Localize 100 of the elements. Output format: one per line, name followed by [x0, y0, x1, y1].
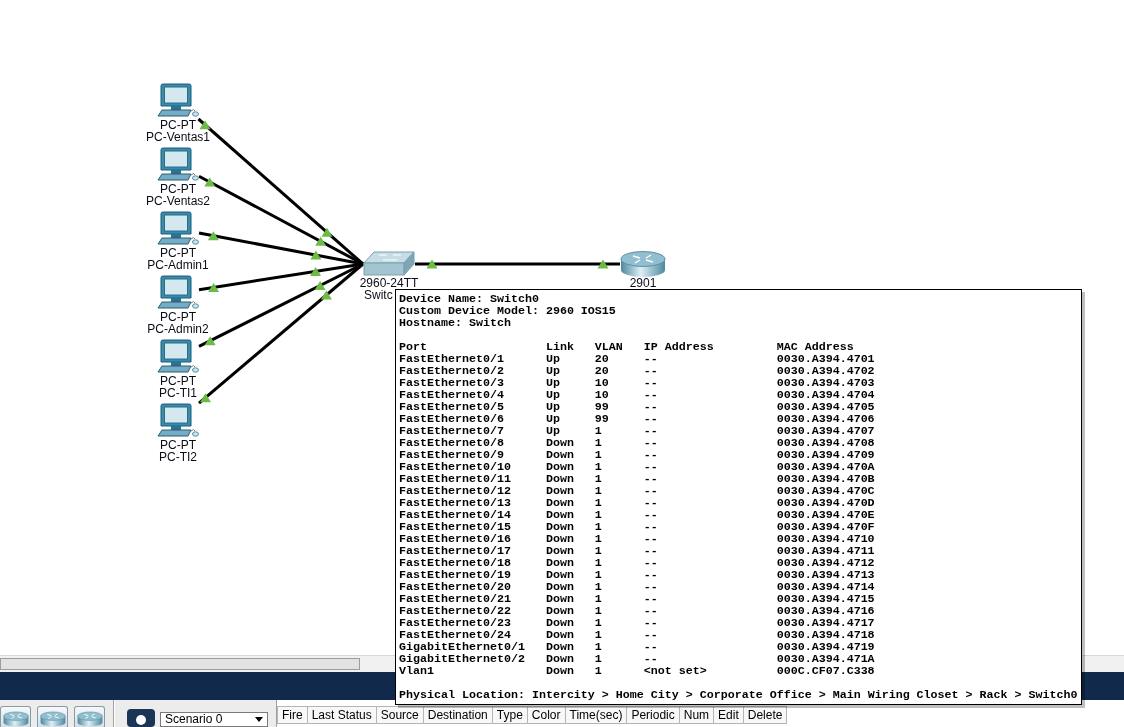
table-cell: 0030.A394.4710	[776, 533, 875, 545]
table-cell: FastEthernet0/16	[399, 533, 511, 545]
table-cell: 0030.A394.4711	[776, 545, 875, 557]
table-cell: 0030.A394.4708	[776, 437, 875, 449]
table-cell: 1	[594, 581, 602, 593]
column-header: Time(sec)	[565, 706, 628, 724]
device-model-label: 2960-24TT	[359, 277, 419, 289]
device-name-label: PC-Admin1	[147, 259, 209, 271]
table-cell: Down	[545, 533, 574, 545]
table-cell: --	[643, 641, 658, 653]
column-header: Last Status	[307, 706, 377, 724]
pc-icon	[157, 339, 199, 375]
table-cell: 20	[594, 365, 609, 377]
table-cell: 0030.A394.4707	[776, 425, 875, 437]
table-cell: FastEthernet0/2	[399, 365, 504, 377]
table-cell: 1	[594, 545, 602, 557]
table-cell: FastEthernet0/4	[399, 389, 504, 401]
column-header: Type	[492, 706, 528, 724]
column-header: MAC Address	[776, 341, 854, 353]
table-cell: FastEthernet0/13	[399, 497, 511, 509]
table-cell: GigabitEthernet0/2	[399, 653, 525, 665]
scrollbar-thumb[interactable]	[0, 658, 360, 670]
device-model-label: PC-PT	[160, 119, 196, 131]
table-cell: FastEthernet0/19	[399, 569, 511, 581]
table-cell: --	[643, 569, 658, 581]
table-cell: --	[643, 617, 658, 629]
table-cell: --	[643, 461, 658, 473]
table-cell: 1	[594, 629, 602, 641]
table-cell: Down	[545, 617, 574, 629]
table-cell: FastEthernet0/3	[399, 377, 504, 389]
device-model-label: PC-PT	[160, 311, 196, 323]
column-header: Destination	[423, 706, 493, 724]
table-cell: --	[643, 509, 658, 521]
table-cell: FastEthernet0/24	[399, 629, 511, 641]
table-cell: --	[643, 473, 658, 485]
table-cell: FastEthernet0/9	[399, 449, 504, 461]
table-cell: Down	[545, 545, 574, 557]
column-header: Periodic	[627, 706, 680, 724]
table-cell: 000C.CF07.C338	[776, 665, 875, 677]
table-cell: Up	[545, 377, 560, 389]
table-cell: 1	[594, 473, 602, 485]
table-cell: 0030.A394.470F	[776, 521, 875, 533]
table-cell: Down	[545, 497, 574, 509]
table-cell: --	[643, 365, 658, 377]
table-cell: --	[643, 557, 658, 569]
column-header: IP Address	[643, 341, 714, 353]
table-cell: 99	[594, 401, 609, 413]
table-cell: Down	[545, 629, 574, 641]
table-cell: --	[643, 497, 658, 509]
table-cell: 1	[594, 593, 602, 605]
table-cell: 1	[594, 569, 602, 581]
table-cell: 0030.A394.4718	[776, 629, 875, 641]
table-cell: FastEthernet0/12	[399, 485, 511, 497]
info-line: Custom Device Model: 2960 IOS15	[399, 305, 616, 317]
table-cell: 1	[594, 485, 602, 497]
table-cell: 1	[594, 425, 602, 437]
table-cell: 0030.A394.4709	[776, 449, 875, 461]
table-cell: Down	[545, 509, 574, 521]
table-cell: 1	[594, 461, 602, 473]
pc-icon	[157, 211, 199, 247]
table-cell: Down	[545, 641, 574, 653]
router-icon[interactable]	[37, 706, 68, 727]
table-cell: Up	[545, 425, 560, 437]
device-name-label: PC-TI2	[159, 451, 197, 463]
device-name-label: Switc	[364, 289, 393, 301]
table-cell: 0030.A394.470D	[776, 497, 875, 509]
table-cell: 1	[594, 665, 602, 677]
table-cell: 1	[594, 509, 602, 521]
pc-icon	[157, 147, 199, 183]
device-model-label: PC-PT	[160, 183, 196, 195]
table-cell: 0030.A394.4701	[776, 353, 875, 365]
table-cell: FastEthernet0/18	[399, 557, 511, 569]
table-cell: Vlan1	[399, 665, 434, 677]
table-cell: 1	[594, 437, 602, 449]
caret-icon	[255, 717, 263, 722]
device-name-label: PC-Ventas2	[145, 195, 210, 207]
scenario-dropdown[interactable]: Scenario 0	[160, 712, 268, 727]
table-cell: --	[643, 449, 658, 461]
column-header: Link	[545, 341, 574, 353]
table-cell: FastEthernet0/5	[399, 401, 504, 413]
table-cell: 1	[594, 653, 602, 665]
router-icon[interactable]	[74, 706, 105, 727]
table-cell: 0030.A394.4712	[776, 557, 875, 569]
table-cell: --	[643, 521, 658, 533]
table-cell: --	[643, 593, 658, 605]
table-cell: FastEthernet0/20	[399, 581, 511, 593]
table-cell: FastEthernet0/7	[399, 425, 504, 437]
table-cell: --	[643, 605, 658, 617]
table-cell: --	[643, 437, 658, 449]
table-cell: 0030.A394.470A	[776, 461, 875, 473]
column-header: Num	[679, 706, 715, 724]
table-cell: Down	[545, 605, 574, 617]
table-cell: 1	[594, 617, 602, 629]
info-line: Device Name: Switch0	[399, 293, 539, 305]
table-cell: 0030.A394.4717	[776, 617, 875, 629]
table-cell: Down	[545, 581, 574, 593]
table-cell: --	[643, 353, 658, 365]
router-icon[interactable]	[0, 706, 31, 727]
table-cell: Down	[545, 665, 574, 677]
table-cell: 10	[594, 377, 609, 389]
